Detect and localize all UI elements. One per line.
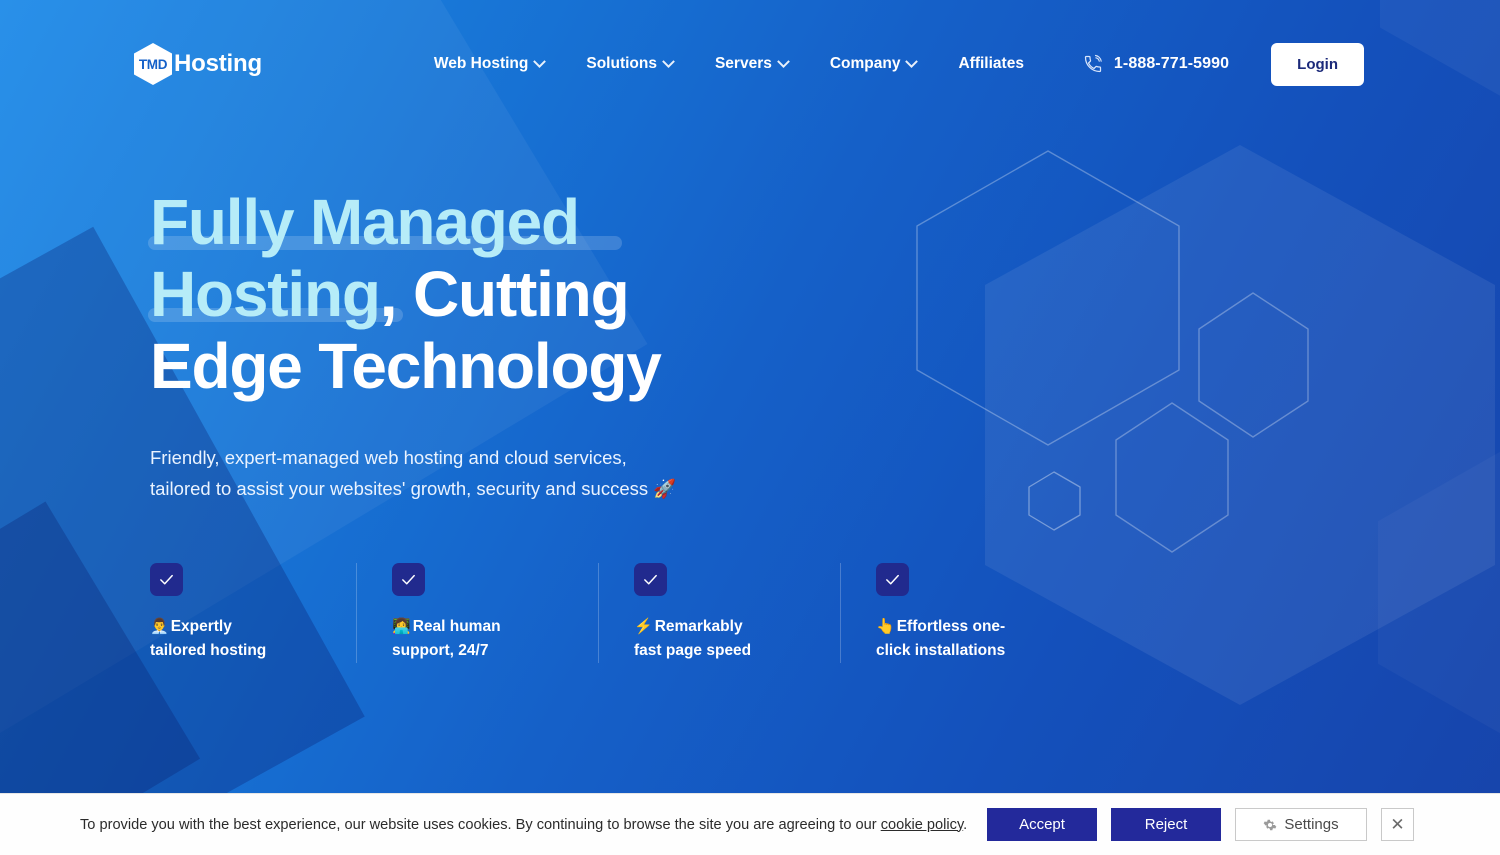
accept-button[interactable]: Accept [987,808,1097,841]
nav-item-web-hosting[interactable]: Web Hosting [433,54,547,73]
chevron-down-icon [533,54,547,68]
headline-line-2-accent: Hosting [150,258,381,330]
hexagon-outline-top-left [916,150,1180,446]
headline-line-3-text: Edge Technology [150,330,662,402]
cookie-policy-link[interactable]: cookie policy [881,817,963,833]
headline-line-1-text: Fully Managed [150,186,580,258]
headline-line-1: Fully Managed [148,186,622,258]
header-right-group: 1-888-771-5990 Login [1083,42,1364,86]
check-icon [876,563,909,596]
hero-section: Fully Managed Hosting, Cutting Edge Tech… [148,186,910,504]
page-title: Fully Managed Hosting, Cutting Edge Tech… [148,186,910,402]
feature-line-1: Effortless one- [896,618,1006,635]
feature-line-2: tailored hosting [150,642,267,659]
check-icon [150,563,183,596]
nav-label: Company [829,55,901,72]
chevron-down-icon [662,54,675,68]
feature-item-fast-page-speed: ⚡ Remarkably fast page speed [599,563,841,663]
main-navigation: Web Hosting Solutions Servers Company Af… [433,54,1024,73]
feature-emoji: ⚡ [634,618,653,635]
cookie-message-text: To provide you with the best experience,… [80,816,881,833]
nav-label: Solutions [586,55,657,72]
headline-line-3: Edge Technology [150,330,662,402]
cookie-message-period: . [963,816,968,833]
nav-item-servers[interactable]: Servers [714,54,790,73]
feature-label: ⚡ Remarkably fast page speed [634,615,784,663]
hexagon-outline-small [1028,471,1081,531]
headline-line-2: Hosting, Cutting [148,258,630,330]
logo-mark-text: TMD [138,56,168,72]
feature-list: 👨‍💼 Expertly tailored hosting 👩‍💻 Real hum… [150,563,1083,663]
feature-line-1: Remarkably [654,618,743,635]
cookie-message: To provide you with the best experience,… [80,815,967,835]
feature-item-expertly-tailored: 👨‍💼 Expertly tailored hosting [150,563,357,663]
gear-icon [1264,819,1277,830]
logo[interactable]: TMD Hosting [134,43,262,85]
hero-subtitle-line-2: tailored to assist your websites' growth… [150,478,677,499]
feature-item-real-human-support: 👩‍💻 Real human support, 24/7 [357,563,599,663]
hero-subtitle-line-1: Friendly, expert-managed web hosting and… [150,447,627,468]
nav-label: Web Hosting [433,55,529,72]
check-icon [634,563,667,596]
feature-line-1: Expertly [170,618,232,635]
phone-number: 1-888-771-5990 [1113,55,1230,72]
feature-line-1: Real human [412,618,501,635]
cookie-consent-banner: To provide you with the best experience,… [0,793,1500,855]
chevron-down-icon [905,54,919,68]
feature-item-one-click-installs: 👆 Effortless one- click installations [841,563,1083,663]
close-button[interactable]: ✕ [1381,808,1414,841]
headline-line-2-rest: , Cutting [379,258,630,330]
logo-wordmark: Hosting [174,50,262,77]
nav-item-affiliates[interactable]: Affiliates [958,55,1023,73]
nav-label: Servers [714,55,772,72]
feature-label: 👩‍💻 Real human support, 24/7 [392,615,542,663]
feature-emoji: 👩‍💻 [392,618,411,635]
hexagon-decoration-right-lower [1378,450,1500,735]
feature-line-2: fast page speed [634,642,752,659]
login-button[interactable]: Login [1271,42,1364,86]
feature-label: 👨‍💼 Expertly tailored hosting [150,615,300,663]
feature-line-2: support, 24/7 [392,642,489,659]
feature-label: 👆 Effortless one- click installations [876,615,1026,663]
hexagon-outline-middle-right [1198,292,1309,438]
check-icon [392,563,425,596]
feature-emoji: 👆 [876,618,895,635]
feature-line-2: click installations [876,642,1006,659]
phone-link[interactable]: 1-888-771-5990 [1083,54,1229,74]
phone-icon [1084,54,1102,73]
page-root: TMD Hosting Web Hosting Solutions Server… [0,0,1500,855]
cookie-actions: Accept Reject Settings ✕ [987,808,1414,841]
logo-hexagon-icon: TMD [134,43,172,85]
reject-button[interactable]: Reject [1111,808,1221,841]
settings-label: Settings [1284,816,1339,833]
hero-subtitle: Friendly, expert-managed web hosting and… [150,442,730,504]
chevron-down-icon [776,54,790,68]
hexagon-outline-center [1115,402,1229,553]
settings-button[interactable]: Settings [1235,808,1367,841]
site-header: TMD Hosting Web Hosting Solutions Server… [0,0,1500,128]
feature-emoji: 👨‍💼 [150,618,169,635]
nav-item-solutions[interactable]: Solutions [586,54,675,73]
nav-label: Affiliates [958,55,1024,72]
nav-item-company[interactable]: Company [829,54,919,73]
